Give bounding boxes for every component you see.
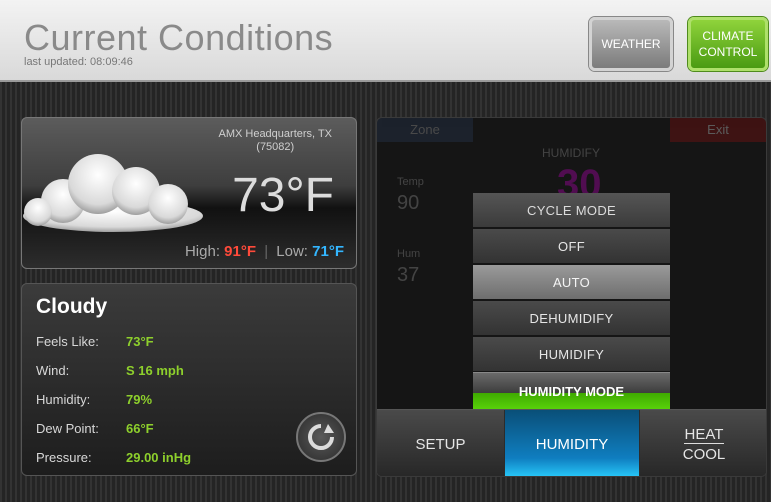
low-value: 71°F [312,243,344,260]
last-updated-text: last updated: 08:09:46 [24,56,133,68]
exit-button: Exit [670,118,766,142]
condition-summary: Cloudy [36,295,108,318]
pressure-label: Pressure: [36,450,92,465]
divider: | [264,243,269,260]
dew-point-value: 66°F [126,421,154,436]
high-label: High: [184,243,220,260]
refresh-button[interactable] [296,412,346,462]
temp-label: Temp [397,176,424,188]
climate-button-line2: CONTROL [698,45,758,59]
humidity-value: 79% [126,392,153,407]
dew-point-label: Dew Point: [36,421,99,436]
feels-like-label: Feels Like: [36,334,99,349]
temp-value: 90 [397,192,420,214]
hum-label: Hum [397,248,421,260]
wind-label: Wind: [36,363,70,378]
weather-card: AMX Headquarters, TX (75082) 73°F High: … [21,117,357,269]
menu-item-auto[interactable]: AUTO [473,265,670,299]
tab-heat-cool[interactable]: HEAT COOL [640,410,766,476]
location-line1: AMX Headquarters, TX [218,128,332,140]
hum-value: 37 [397,264,420,286]
climate-button-line1: CLIMATE [702,29,754,43]
tab-cool-label: COOL [682,446,726,463]
location-label: AMX Headquarters, TX (75082) [218,128,332,154]
tab-heat-label: HEAT [683,426,725,444]
humidity-label: Humidity: [36,392,91,407]
current-temperature: 73°F [232,169,334,222]
climate-control-button[interactable]: CLIMATE CONTROL [688,17,768,71]
cycle-mode-menu: CYCLE MODE OFF AUTO DEHUMIDIFY HUMIDIFY [473,193,670,373]
climate-panel: Zone Exit Temp 90 Hum 37 HUMIDIFY 30 CYC… [376,117,767,477]
feels-like-value: 73°F [126,334,154,349]
weather-button[interactable]: WEATHER [589,17,673,71]
header-bar: Current Conditions last updated: 08:09:4… [0,0,771,82]
zone-button: Zone [377,118,473,142]
high-low: High: 91°F | Low: 71°F [185,243,344,260]
menu-item-humidify[interactable]: HUMIDIFY [473,337,670,371]
wind-value: S 16 mph [126,363,184,378]
location-zip: (75082) [256,141,295,153]
tab-humidity[interactable]: HUMIDITY [505,410,639,476]
cloud-icon [23,154,203,232]
humidity-mode-button[interactable]: HUMIDITY MODE [473,372,670,409]
tab-setup[interactable]: SETUP [377,410,504,476]
refresh-icon [308,424,334,450]
conditions-card: Cloudy Feels Like: 73°F Wind: S 16 mph H… [21,283,357,476]
menu-item-off[interactable]: OFF [473,229,670,263]
climate-tabs: SETUP HUMIDITY HEAT COOL [377,409,766,476]
high-value: 91°F [224,243,257,260]
pressure-value: 29.00 inHg [126,450,192,465]
menu-item-dehumidify[interactable]: DEHUMIDIFY [473,301,670,335]
page-title: Current Conditions [24,17,334,58]
cycle-mode-header: CYCLE MODE [473,193,670,227]
low-label: Low: [276,243,308,260]
humidify-label: HUMIDIFY [542,146,600,160]
